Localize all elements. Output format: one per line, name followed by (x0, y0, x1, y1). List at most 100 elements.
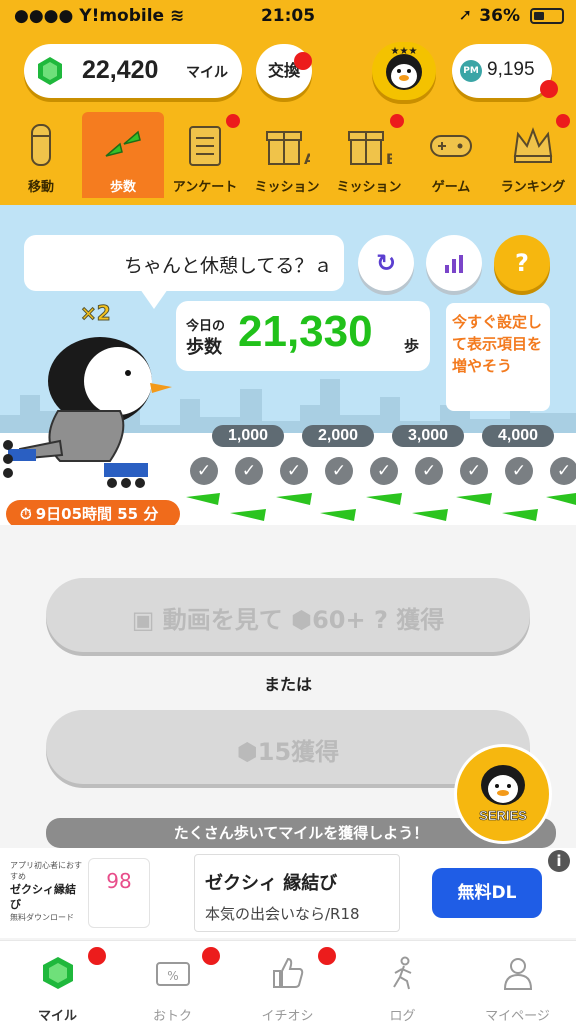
tab-label: ゲーム (431, 180, 471, 195)
check-icon: ✓ (190, 457, 218, 485)
ad-logo-download: 無料ダウンロード (10, 913, 74, 922)
notification-dot (226, 114, 240, 128)
nav-label: ログ (389, 1009, 416, 1024)
tab-move[interactable]: 移動 (0, 112, 82, 198)
steps-unit: 歩 (404, 337, 420, 355)
penguin-icon (481, 765, 525, 805)
ad-logo-small: アプリ初心者におすすめ (10, 861, 82, 881)
check-icon: ✓ (415, 457, 443, 485)
notification-dot (88, 947, 106, 965)
nav-label: おトク (152, 1009, 192, 1024)
location-icon: ➚ (458, 5, 472, 24)
svg-text:A: A (304, 152, 310, 168)
tab-steps[interactable]: 歩数 (82, 112, 164, 198)
avatar-button[interactable]: ★★★ (372, 42, 436, 100)
miles-unit: マイル (186, 65, 228, 81)
tab-label: 移動 (27, 180, 54, 195)
steps-scene: ちゃんと休憩してる？ａ ↻ ? ×2 今日の 歩数 21,330 歩 今すぐ設定… (0, 205, 576, 525)
tab-label: ランキング (500, 180, 566, 195)
nav-label: マイページ (485, 1009, 550, 1024)
tab-label: アンケート (172, 180, 238, 195)
milestone-badge: 1,000 (212, 425, 284, 447)
question-icon: ? (515, 249, 529, 277)
stopwatch-icon: ⏱ (20, 505, 32, 523)
nav-label: イチオシ (261, 1009, 314, 1024)
svg-text:B: B (386, 152, 392, 168)
check-icon: ✓ (460, 457, 488, 485)
footprints-icon (82, 122, 164, 168)
help-button[interactable]: ? (494, 235, 550, 291)
battery-icon (530, 8, 564, 24)
notification-dot (556, 114, 570, 128)
capsule-icon (0, 122, 82, 168)
coins-value: 9,195 (487, 59, 535, 80)
header-bar: ●●●● Y!mobile ≋ 21:05 ➚ 36% 22,420 マイル 交… (0, 0, 576, 205)
check-icon: ✓ (235, 457, 263, 485)
gift-a-icon: A (246, 122, 328, 168)
watch-video-button[interactable]: ▣ 動画を見て ⬢60+ ? 獲得 (46, 578, 530, 652)
countdown-timer: ⏱ 9日05時間 55 分 (6, 500, 180, 525)
walker-icon (385, 955, 421, 991)
notification-dot (294, 52, 312, 70)
crown-icon (492, 122, 574, 168)
check-icon: ✓ (505, 457, 533, 485)
notification-dot (202, 947, 220, 965)
bottom-nav: マイル % おトク イチオシ ログ マイページ (0, 940, 576, 1024)
ad-title: ゼクシィ 縁結び (205, 873, 338, 894)
steps-label: 歩数 (186, 337, 222, 358)
ad-banner[interactable]: アプリ初心者におすすめ ゼクシィ縁結び 無料ダウンロード 98 ゼクシィ 縁結び… (0, 848, 576, 938)
thumbs-up-icon (270, 955, 306, 991)
ad-text-box: ゼクシィ 縁結び 本気の出会いなら/R18 (194, 854, 400, 932)
tab-mission-a[interactable]: A ミッション (246, 112, 328, 198)
check-icon: ✓ (280, 457, 308, 485)
nav-log[interactable]: ログ (345, 941, 460, 1024)
ad-info-icon[interactable]: i (548, 850, 570, 872)
speech-tail (140, 289, 168, 309)
tab-label: ミッション (254, 180, 320, 195)
ad-brand-icon: 98 (88, 858, 150, 928)
nav-mypage[interactable]: マイページ (460, 941, 575, 1024)
mystery-icon: ? (373, 606, 388, 634)
coin-icon: PM (460, 60, 482, 82)
person-icon (500, 955, 536, 991)
series-label: SERIES (479, 808, 527, 824)
category-tabs: 移動 歩数 アンケート A ミッション B ミッション ゲーム ランキング (0, 112, 576, 200)
ad-subtitle: 本気の出会いなら/R18 (205, 905, 360, 923)
clipboard-icon (164, 122, 246, 168)
check-icon: ✓ (325, 457, 353, 485)
coins-balance[interactable]: PM 9,195 (452, 44, 552, 98)
gem-icon: ⬢ (236, 738, 258, 766)
today-label: 今日の (186, 319, 226, 334)
check-icon: ✓ (550, 457, 576, 485)
speech-text: ちゃんと休憩してる？ａ (124, 255, 333, 277)
penguin-avatar-icon: ★★★ (386, 46, 422, 90)
series-button[interactable]: SERIES (454, 744, 552, 844)
nav-label: マイル (37, 1009, 77, 1024)
speech-bubble: ちゃんと休憩してる？ａ (24, 235, 344, 291)
penguin-skater-icon (3, 337, 172, 488)
milestone-badge: 4,000 (482, 425, 554, 447)
ad-logo-name: ゼクシィ縁結び (10, 883, 76, 911)
gem-icon: ⬢ (291, 606, 313, 634)
status-bar: ●●●● Y!mobile ≋ 21:05 ➚ 36% (0, 0, 576, 32)
timer-text: 9日05時間 55 分 (35, 505, 159, 523)
watch-video-label: ▣ 動画を見て ⬢60+ ? 獲得 (131, 606, 445, 634)
video-icon: ▣ (131, 606, 163, 634)
coupon-icon: % (155, 955, 191, 991)
svg-text:%: % (167, 969, 178, 983)
check-icon: ✓ (370, 457, 398, 485)
stats-button[interactable] (426, 235, 482, 291)
tab-label: 歩数 (109, 180, 136, 195)
gem-icon (40, 955, 76, 991)
tab-game[interactable]: ゲーム (410, 112, 492, 198)
refresh-icon: ↻ (375, 249, 397, 277)
settings-tip[interactable]: 今すぐ設定して表示項目を増やそう (446, 303, 550, 411)
ad-download-button[interactable]: 無料DL (432, 868, 542, 918)
gem-icon (38, 57, 62, 85)
miles-balance[interactable]: 22,420 マイル (24, 44, 242, 98)
milestone-badge: 2,000 (302, 425, 374, 447)
ad-logo: アプリ初心者におすすめ ゼクシィ縁結び 無料ダウンロード (10, 860, 82, 926)
refresh-button[interactable]: ↻ (358, 235, 414, 291)
footprint-trail-icon (186, 493, 576, 521)
tab-label: ミッション (336, 180, 402, 195)
